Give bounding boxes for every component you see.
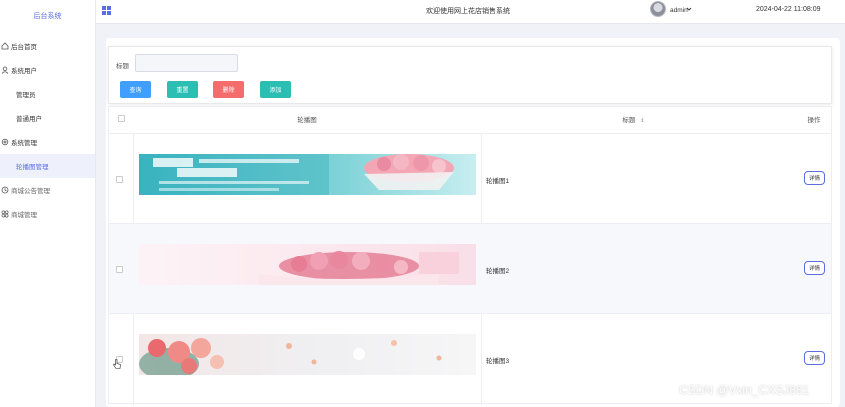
table-row: 轮播图2 详情	[109, 224, 831, 314]
sidebar-item-store-management[interactable]: 商城管理	[0, 202, 95, 226]
row-checkbox[interactable]	[116, 266, 123, 273]
avatar[interactable]	[650, 1, 666, 17]
sidebar-item-label: 管理员	[16, 92, 36, 99]
sidebar-item-label: 商城管理	[11, 212, 37, 219]
brand-title: 后台系统	[33, 13, 62, 20]
detail-button[interactable]: 详情	[804, 261, 825, 275]
grid-menu-icon[interactable]	[102, 6, 111, 15]
sidebar-item-home[interactable]: 后台首页	[0, 34, 95, 58]
home-icon	[0, 42, 9, 51]
carousel-table: 轮播图 标题 ⇕ 操作 轮播图1 详情 轮播图2 详情 轮播图3 详情	[108, 106, 832, 405]
carousel-image	[139, 334, 476, 375]
sidebar-item-normal-users[interactable]: 普通用户	[0, 106, 95, 130]
search-form: 标题 查询 重置 删除 添加	[108, 46, 832, 104]
store-icon	[0, 210, 9, 219]
detail-button[interactable]: 详情	[804, 351, 825, 365]
row-checkbox[interactable]	[116, 176, 123, 183]
sidebar-item-label: 后台首页	[11, 44, 37, 51]
mouse-cursor-icon	[113, 359, 121, 369]
row-title: 轮播图2	[486, 268, 510, 275]
table-row: 轮播图1 详情	[109, 134, 831, 224]
sidebar-item-carousel-management[interactable]: 轮播图管理	[0, 154, 95, 178]
select-all-cell	[109, 107, 133, 134]
sidebar-item-label: 商城公告管理	[11, 188, 50, 195]
sidebar-item-label: 轮播图管理	[16, 164, 49, 171]
reset-button[interactable]: 重置	[167, 81, 198, 98]
select-all-checkbox[interactable]	[117, 115, 125, 122]
carousel-image	[139, 244, 476, 285]
sidebar-item-store-notice[interactable]: 商城公告管理	[0, 178, 95, 202]
sidebar: 后台系统 后台首页 系统用户 管理员 普通用户 系统管理 轮播图管理 商城公告管…	[0, 0, 96, 407]
column-header-actions: 操作	[807, 117, 821, 124]
user-icon	[0, 66, 9, 75]
detail-button[interactable]: 详情	[804, 171, 825, 185]
column-header-title[interactable]: 标题 ⇕	[481, 107, 786, 134]
sidebar-item-label: 普通用户	[16, 116, 42, 123]
content-panel: 标题 查询 重置 删除 添加 轮播图 标题 ⇕ 操作 轮播图1 详情 轮播图2 …	[106, 38, 840, 407]
column-header-image: 轮播图	[297, 117, 317, 124]
sidebar-item-label: 系统用户	[11, 68, 37, 75]
sidebar-item-system-users[interactable]: 系统用户	[0, 58, 95, 82]
row-title: 轮播图1	[486, 178, 510, 185]
header-title: 欢迎使用网上花店销售系统	[426, 8, 510, 15]
column-header-title-label: 标题	[622, 117, 636, 124]
carousel-image	[139, 154, 476, 195]
title-label: 标题	[116, 63, 129, 70]
delete-button[interactable]: 删除	[213, 81, 244, 98]
sidebar-item-admins[interactable]: 管理员	[0, 82, 95, 106]
title-input[interactable]	[135, 54, 238, 72]
query-button[interactable]: 查询	[120, 81, 151, 98]
chevron-down-icon[interactable]	[686, 6, 692, 14]
sidebar-item-label: 系统管理	[11, 140, 37, 147]
notice-icon	[0, 186, 9, 195]
current-datetime: 2024-04-22 11:08:09	[756, 6, 821, 13]
add-button[interactable]: 添加	[260, 81, 291, 98]
watermark: CSDN @Vxin_CXSJ881	[679, 383, 810, 397]
row-title: 轮播图3	[486, 358, 510, 365]
settings-icon	[0, 138, 9, 147]
table-header: 轮播图 标题 ⇕ 操作	[109, 107, 831, 134]
sidebar-item-system-management[interactable]: 系统管理	[0, 130, 95, 154]
sort-icon[interactable]: ⇕	[640, 118, 644, 124]
top-header: 欢迎使用网上花店销售系统 admin 2024-04-22 11:08:09	[96, 0, 845, 24]
